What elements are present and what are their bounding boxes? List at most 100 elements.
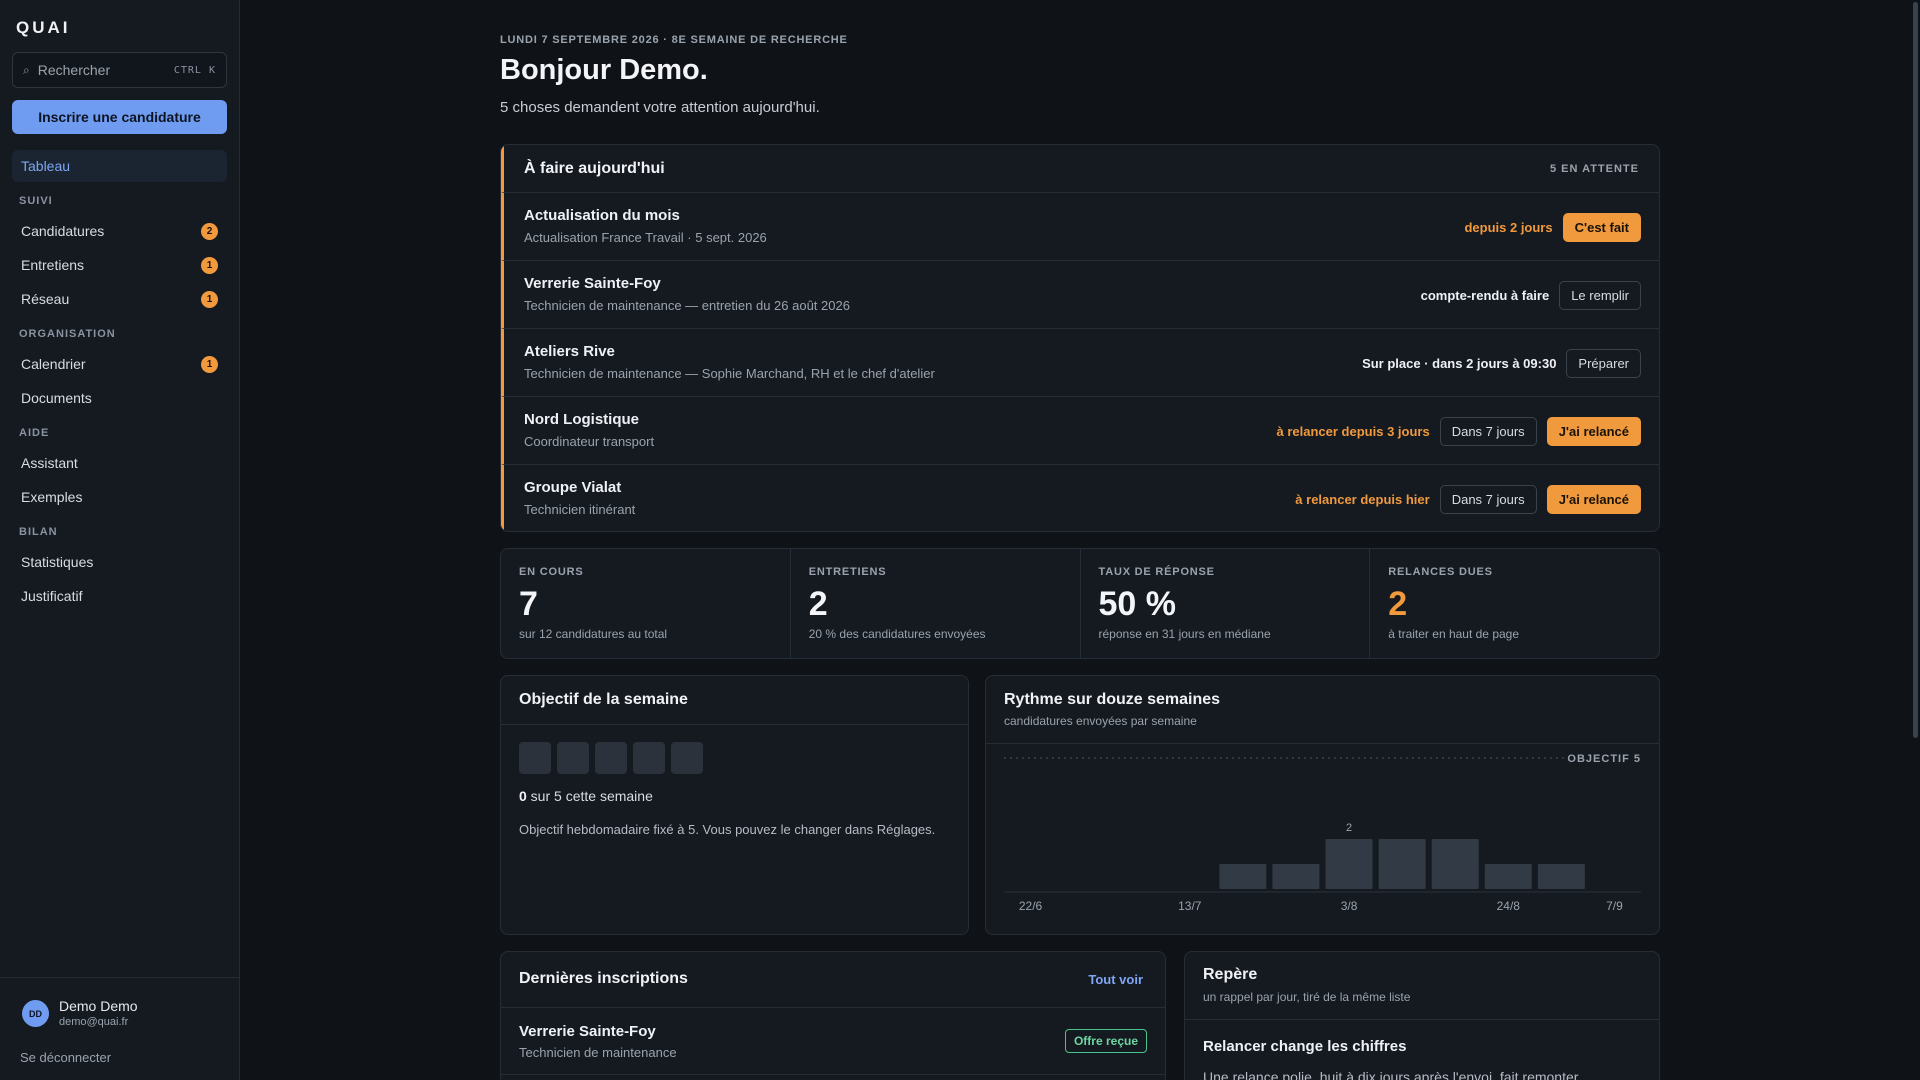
sidebar-item-label: Réseau	[21, 291, 70, 307]
sidebar-item-documents[interactable]: Documents	[12, 383, 227, 413]
see-all-link[interactable]: Tout voir	[1088, 972, 1143, 987]
chart-title: Rythme sur douze semaines	[1004, 691, 1221, 708]
followed-up-button[interactable]: J'ai relancé	[1546, 416, 1641, 446]
goal-title: Objectif de la semaine	[519, 691, 688, 708]
stat-value: 2	[1388, 585, 1408, 623]
add-application-button[interactable]: Inscrire une candidature	[12, 100, 227, 134]
goal-progress-boxes	[519, 742, 703, 774]
todo-row: Groupe Vialat Technicien itinérant à rel…	[501, 465, 1659, 531]
nav-section-title: ORGANISATION	[19, 328, 116, 340]
todo-desc: Technicien de maintenance — Sophie March…	[524, 366, 935, 381]
sidebar-item-reseau[interactable]: Réseau 1	[12, 284, 227, 314]
followed-up-button[interactable]: J'ai relancé	[1546, 484, 1641, 514]
user-email: demo@quai.fr	[59, 1016, 129, 1028]
objective-label: OBJECTIF 5	[1567, 753, 1641, 765]
search-icon: ⌕	[23, 62, 30, 77]
todo-status: à relancer depuis hier	[1295, 491, 1430, 507]
sidebar-item-entretiens[interactable]: Entretiens 1	[12, 250, 227, 280]
tip-text: Une relance polie, huit à dix jours aprè…	[1203, 1069, 1579, 1080]
sidebar-item-assistant[interactable]: Assistant	[12, 448, 227, 478]
avatar[interactable]: DD	[22, 1000, 49, 1027]
search-shortcut: CTRL K	[173, 64, 216, 76]
sidebar-item-justificatif[interactable]: Justificatif	[12, 581, 227, 611]
x-tick-label: 22/6	[1019, 899, 1043, 913]
todo-desc: Actualisation France Travail · 5 sept. 2…	[524, 230, 767, 245]
todo-status: depuis 2 jours	[1464, 219, 1553, 235]
stat-note: sur 12 candidatures au total	[519, 627, 668, 641]
stat-label: EN COURS	[519, 566, 584, 578]
todo-row: Ateliers Rive Technicien de maintenance …	[501, 329, 1659, 397]
todo-row: Nord Logistique Coordinateur transport à…	[501, 397, 1659, 465]
goal-hint: Objectif hebdomadaire fixé à 5. Vous pou…	[519, 822, 936, 837]
snooze-button[interactable]: Dans 7 jours	[1439, 484, 1537, 514]
todo-status: Sur place · dans 2 jours à 09:30	[1362, 355, 1557, 371]
x-tick-label: 3/8	[1341, 899, 1358, 913]
sidebar-item-statistiques[interactable]: Statistiques	[12, 547, 227, 577]
stat-en-cours: EN COURS 7 sur 12 candidatures au total	[501, 549, 791, 658]
tip-subtitle: un rappel par jour, tiré de la même list…	[1203, 990, 1411, 1004]
goal-count-rest: sur 5 cette semaine	[526, 788, 653, 804]
goal-box	[595, 742, 627, 774]
date-eyebrow: LUNDI 7 SEPTEMBRE 2026 · 8E SEMAINE DE R…	[500, 34, 848, 46]
stat-relances-dues: RELANCES DUES 2 à traiter en haut de pag…	[1370, 549, 1659, 658]
sidebar-item-exemples[interactable]: Exemples	[12, 482, 227, 512]
todo-name: Ateliers Rive	[524, 343, 615, 360]
sidebar-item-label: Assistant	[21, 455, 78, 471]
rhythm-chart: OBJECTIF 5 22/6 13/7 2 3/8 24/8 7/9	[1004, 753, 1641, 913]
sidebar-item-tableau[interactable]: Tableau	[12, 150, 227, 182]
page-title: Bonjour Demo.	[500, 54, 708, 86]
sidebar: QUAI ⌕ Rechercher CTRL K Inscrire une ca…	[0, 0, 240, 1080]
search-placeholder: Rechercher	[37, 62, 111, 78]
recent-applications-card: Dernières inscriptions Tout voir Verreri…	[500, 951, 1166, 1080]
stat-note: à traiter en haut de page	[1388, 627, 1520, 641]
count-badge: 2	[201, 222, 218, 240]
tip-title: Repère	[1203, 966, 1258, 983]
todo-header: À faire aujourd'hui 5 EN ATTENTE	[501, 145, 1659, 193]
todo-desc: Coordinateur transport	[524, 434, 655, 449]
chart-bar	[1219, 864, 1267, 889]
goal-box	[671, 742, 703, 774]
nav-section-title: SUIVI	[19, 195, 53, 207]
chart-bar	[1537, 864, 1585, 889]
page-scrollbar[interactable]	[1910, 0, 1920, 1080]
sidebar-item-label: Candidatures	[21, 223, 105, 239]
todo-card: À faire aujourd'hui 5 EN ATTENTE Actuali…	[500, 144, 1660, 532]
goal-box	[557, 742, 589, 774]
stat-note: 20 % des candidatures envoyées	[808, 627, 986, 641]
recent-title: Dernières inscriptions	[519, 970, 688, 987]
logout-link[interactable]: Se déconnecter	[20, 1050, 111, 1065]
stat-value: 50 %	[1098, 585, 1177, 623]
todo-name: Groupe Vialat	[524, 479, 622, 496]
stat-value: 7	[519, 585, 538, 623]
chart-bar	[1431, 839, 1479, 889]
recent-desc: Technicien de maintenance	[519, 1045, 677, 1060]
sidebar-item-label: Entretiens	[21, 257, 85, 273]
nav-section-title: BILAN	[19, 526, 58, 538]
app-logo[interactable]: QUAI	[16, 18, 71, 38]
sidebar-item-calendrier[interactable]: Calendrier 1	[12, 349, 227, 379]
count-badge: 1	[201, 290, 218, 308]
goal-count: 0 sur 5 cette semaine	[519, 788, 653, 804]
snooze-button[interactable]: Dans 7 jours	[1439, 416, 1537, 446]
goal-box	[633, 742, 665, 774]
x-tick-label: 7/9	[1606, 899, 1623, 913]
count-badge: 1	[201, 355, 218, 373]
todo-desc: Technicien de maintenance — entretien du…	[524, 298, 850, 313]
stat-taux-reponse: TAUX DE RÉPONSE 50 % réponse en 31 jours…	[1081, 549, 1371, 658]
search-input[interactable]: ⌕ Rechercher CTRL K	[12, 52, 227, 88]
fill-report-button[interactable]: Le remplir	[1559, 280, 1641, 310]
chart-bar	[1272, 864, 1320, 889]
prepare-button[interactable]: Préparer	[1566, 348, 1641, 378]
stat-label: TAUX DE RÉPONSE	[1098, 566, 1215, 578]
todo-title: À faire aujourd'hui	[524, 159, 665, 177]
stat-entretiens: ENTRETIENS 2 20 % des candidatures envoy…	[791, 549, 1081, 658]
todo-status: à relancer depuis 3 jours	[1276, 423, 1430, 439]
sidebar-item-candidatures[interactable]: Candidatures 2	[12, 216, 227, 246]
sidebar-item-label: Documents	[21, 390, 92, 406]
done-button[interactable]: C'est fait	[1562, 212, 1641, 242]
stat-label: RELANCES DUES	[1388, 566, 1493, 578]
todo-status: compte-rendu à faire	[1420, 287, 1550, 303]
scrollbar-thumb[interactable]	[1913, 2, 1918, 738]
tip-card: Repère un rappel par jour, tiré de la mê…	[1184, 951, 1660, 1080]
stats-card: EN COURS 7 sur 12 candidatures au total …	[500, 548, 1660, 659]
